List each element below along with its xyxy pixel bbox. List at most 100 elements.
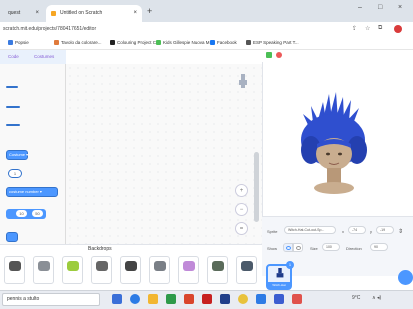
costume-thumbnail (212, 261, 224, 271)
store-icon[interactable] (166, 294, 176, 304)
costume-item[interactable] (236, 256, 257, 284)
bookmark-label: Popsie (15, 40, 29, 45)
tab-code[interactable]: Code (8, 54, 19, 59)
fullscreen-icon[interactable]: ⇕ (398, 228, 403, 235)
show-visible-button[interactable] (283, 243, 293, 252)
bookmark-item[interactable]: Kids Gillespie Nuova M... (156, 40, 213, 45)
costume-thumbnail (38, 261, 50, 271)
size-label: Size (310, 246, 318, 251)
bookmark-label: Facebook (217, 40, 237, 45)
costume-item[interactable] (4, 256, 25, 284)
chrome-icon[interactable] (238, 294, 248, 304)
x-field[interactable]: -74 (348, 226, 366, 234)
zoom-reset-button[interactable]: = (235, 222, 248, 235)
add-sprite-button[interactable] (398, 270, 413, 285)
palette-block[interactable] (6, 86, 18, 88)
number-input[interactable]: 10 (16, 210, 27, 217)
palette-block[interactable] (6, 106, 20, 108)
bookmark-label: ESP Speaking Part T... (253, 40, 299, 45)
costume-thumbnail (9, 261, 21, 271)
bookmark-favicon-icon (8, 40, 13, 45)
sprite-count-badge: 1 (286, 261, 294, 269)
bookmark-star-icon[interactable]: ☆ (365, 25, 370, 32)
sprite-name-field[interactable]: Witch-Hat-Cut-out-Sp... (284, 226, 336, 234)
app-icon[interactable] (292, 294, 302, 304)
costume-thumbnail (154, 261, 166, 271)
bookmark-item[interactable]: Tavolo da colorare... (54, 40, 102, 45)
system-tray-icons[interactable]: ∧ ◂) (372, 295, 381, 301)
costume-item[interactable] (33, 256, 54, 284)
zoom-out-button[interactable]: − (235, 203, 248, 216)
tab-label: quest (8, 10, 21, 16)
browser-tab-quest[interactable]: quest × (2, 5, 44, 22)
edge-icon[interactable] (130, 294, 140, 304)
bookmark-favicon-icon (156, 40, 161, 45)
taskbar-search-input[interactable]: pennis a stulto (2, 293, 100, 306)
bookmark-label: Kids Gillespie Nuova M... (163, 40, 214, 45)
close-window-button[interactable]: × (398, 4, 402, 11)
size-field[interactable]: 100 (322, 243, 340, 251)
scratch-favicon-icon (51, 11, 56, 16)
maximize-button[interactable]: □ (378, 4, 382, 11)
bookmark-item[interactable]: Colouring Project C... (110, 40, 160, 45)
weather-indicator[interactable]: 9°C (352, 295, 360, 301)
pdf-reader-icon[interactable] (202, 294, 212, 304)
app-icon[interactable] (256, 294, 266, 304)
number-input[interactable]: 1 (8, 169, 22, 178)
green-flag-icon[interactable] (266, 52, 272, 58)
tab-costumes[interactable]: Costumes (34, 54, 54, 59)
costume-thumbnail (67, 261, 79, 271)
direction-label: Direction (346, 246, 362, 251)
costume-item[interactable] (178, 256, 199, 284)
y-field[interactable]: -19 (376, 226, 394, 234)
costume-item[interactable] (91, 256, 112, 284)
bookmark-item[interactable]: Popsie (8, 40, 29, 45)
stage[interactable] (262, 62, 413, 216)
direction-field[interactable]: 90 (370, 243, 388, 251)
zoom-in-button[interactable]: + (235, 184, 248, 197)
costume-item[interactable] (62, 256, 83, 284)
bookmark-item[interactable]: Facebook (210, 40, 237, 45)
stop-icon[interactable] (276, 52, 282, 58)
new-tab-button[interactable]: + (147, 6, 152, 16)
sprite-figure-icon (276, 268, 284, 278)
palette-block[interactable] (6, 124, 20, 126)
script-scrollbar[interactable] (254, 152, 259, 222)
bookmark-label: Colouring Project C... (117, 40, 160, 45)
costume-thumbnail (96, 261, 108, 271)
share-icon[interactable]: ⇪ (352, 25, 357, 32)
file-explorer-icon[interactable] (148, 294, 158, 304)
costume-item[interactable] (120, 256, 141, 284)
y-label: y (370, 229, 372, 234)
close-tab-icon[interactable]: × (35, 5, 39, 22)
show-hidden-button[interactable] (293, 243, 303, 252)
sprite-ghost-icon (239, 74, 247, 88)
costume-number-block[interactable]: costume number ▾ (6, 187, 58, 197)
number-input[interactable]: 50 (32, 210, 43, 217)
word-icon[interactable] (220, 294, 230, 304)
minimize-button[interactable]: – (358, 4, 362, 11)
costume-thumbnail (183, 261, 195, 271)
costume-dropdown-block[interactable]: Costume ▾ (6, 150, 28, 160)
url-field[interactable]: scratch.mit.edu/projects/780417651/edito… (3, 26, 96, 32)
block-palette: Costume ▾ 1 costume number ▾ 10 50 (0, 64, 66, 244)
costume-item[interactable] (207, 256, 228, 284)
costume-thumbnail (125, 261, 137, 271)
costume-thumbnail (241, 261, 253, 271)
sprite-label: Sprite (267, 229, 278, 234)
costume-strip-title: Backdrops (88, 246, 112, 252)
powerpoint-icon[interactable] (184, 294, 194, 304)
costume-item[interactable] (149, 256, 170, 284)
close-tab-icon[interactable]: × (133, 5, 137, 22)
palette-block[interactable] (6, 232, 18, 242)
bookmark-favicon-icon (246, 40, 251, 45)
script-area[interactable] (66, 64, 262, 244)
sprite-thumbnail-label: Witch-Hat (268, 282, 290, 288)
eye-icon (285, 246, 291, 250)
app-icon[interactable] (274, 294, 284, 304)
task-view-icon[interactable] (112, 294, 122, 304)
extensions-icon[interactable]: ⧉ (378, 25, 382, 32)
bookmark-item[interactable]: ESP Speaking Part T... (246, 40, 299, 45)
profile-avatar[interactable] (394, 25, 402, 33)
browser-tab-scratch[interactable]: Untitled on Scratch × (46, 5, 142, 22)
